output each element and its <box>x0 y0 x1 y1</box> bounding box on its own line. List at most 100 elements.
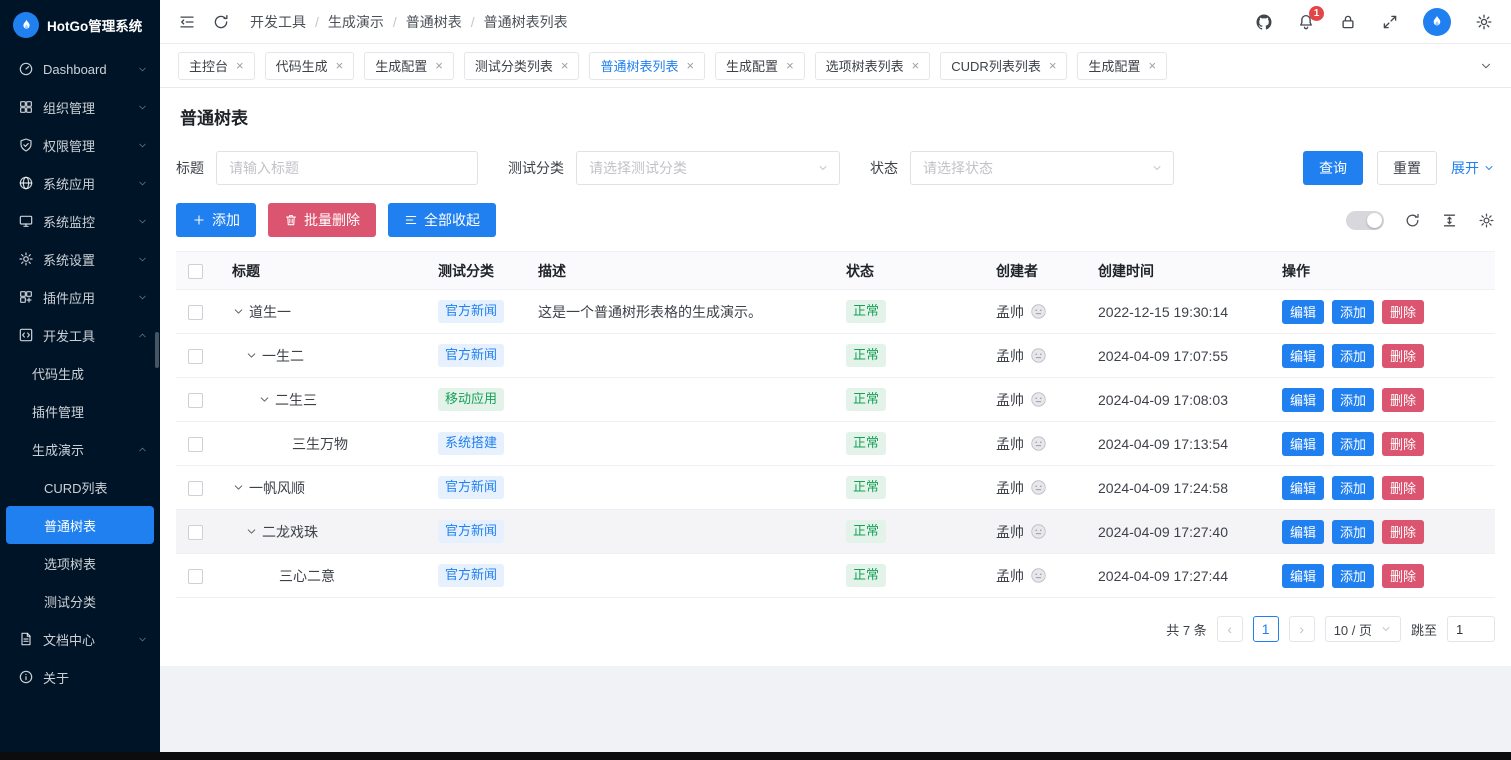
row-delete-button[interactable]: 删除 <box>1382 388 1424 412</box>
reload-page-icon[interactable] <box>212 13 230 31</box>
row-edit-button[interactable]: 编辑 <box>1282 300 1324 324</box>
sidebar-item-generate-demo[interactable]: 生成演示 <box>0 430 160 468</box>
tab-close-icon[interactable]: × <box>561 59 569 72</box>
row-checkbox[interactable] <box>188 481 203 496</box>
tab-item[interactable]: 生成配置× <box>364 52 454 80</box>
sidebar-item-system-settings[interactable]: 系统设置 <box>0 240 160 278</box>
row-add-button[interactable]: 添加 <box>1332 432 1374 456</box>
row-add-button[interactable]: 添加 <box>1332 564 1374 588</box>
row-delete-button[interactable]: 删除 <box>1382 476 1424 500</box>
tab-close-icon[interactable]: × <box>912 59 920 72</box>
row-checkbox[interactable] <box>188 437 203 452</box>
sidebar-item-normal-tree-table[interactable]: 普通树表 <box>6 506 154 544</box>
tab-item[interactable]: 测试分类列表× <box>464 52 580 80</box>
row-add-button[interactable]: 添加 <box>1332 520 1374 544</box>
breadcrumb-item[interactable]: 普通树表 <box>406 12 462 32</box>
row-delete-button[interactable]: 删除 <box>1382 432 1424 456</box>
row-delete-button[interactable]: 删除 <box>1382 344 1424 368</box>
sidebar-scrollbar[interactable] <box>155 332 159 368</box>
title-filter-input[interactable] <box>216 151 478 185</box>
tab-close-icon[interactable]: × <box>1049 59 1057 72</box>
row-edit-button[interactable]: 编辑 <box>1282 344 1324 368</box>
row-checkbox[interactable] <box>188 569 203 584</box>
tree-expand-icon[interactable] <box>245 349 258 362</box>
tab-item[interactable]: 生成配置× <box>1077 52 1167 80</box>
fullscreen-icon[interactable] <box>1381 13 1399 31</box>
tab-close-icon[interactable]: × <box>435 59 443 72</box>
row-edit-button[interactable]: 编辑 <box>1282 432 1324 456</box>
page-size-select[interactable]: 10 / 页 <box>1325 616 1401 642</box>
tabs-menu-chevron-icon[interactable] <box>1479 59 1493 73</box>
prev-page-button[interactable]: ‹ <box>1217 616 1243 642</box>
row-delete-button[interactable]: 删除 <box>1382 564 1424 588</box>
sidebar-item-plugin-apps[interactable]: 插件应用 <box>0 278 160 316</box>
add-button[interactable]: 添加 <box>176 203 256 237</box>
table-striped-toggle[interactable] <box>1346 211 1384 230</box>
sidebar-item-system-apps[interactable]: 系统应用 <box>0 164 160 202</box>
sidebar-item-permission-management[interactable]: 权限管理 <box>0 126 160 164</box>
row-delete-button[interactable]: 删除 <box>1382 520 1424 544</box>
tab-close-icon[interactable]: × <box>336 59 344 72</box>
table-settings-gear-icon[interactable] <box>1478 212 1495 229</box>
sidebar-item-code-generation[interactable]: 代码生成 <box>0 354 160 392</box>
tab-close-icon[interactable]: × <box>786 59 794 72</box>
sidebar-item-about[interactable]: 关于 <box>0 658 160 696</box>
breadcrumb-item[interactable]: 生成演示 <box>328 12 384 32</box>
row-checkbox[interactable] <box>188 305 203 320</box>
sidebar-item-option-tree-table[interactable]: 选项树表 <box>0 544 160 582</box>
row-edit-button[interactable]: 编辑 <box>1282 476 1324 500</box>
reset-button[interactable]: 重置 <box>1377 151 1437 185</box>
sidebar-item-doc-center[interactable]: 文档中心 <box>0 620 160 658</box>
sidebar-item-plugin-management[interactable]: 插件管理 <box>0 392 160 430</box>
notifications-bell-icon[interactable]: 1 <box>1297 13 1315 31</box>
tab-item[interactable]: 生成配置× <box>715 52 805 80</box>
row-delete-button[interactable]: 删除 <box>1382 300 1424 324</box>
row-checkbox[interactable] <box>188 525 203 540</box>
row-edit-button[interactable]: 编辑 <box>1282 520 1324 544</box>
row-edit-button[interactable]: 编辑 <box>1282 388 1324 412</box>
tab-close-icon[interactable]: × <box>236 59 244 72</box>
tab-close-icon[interactable]: × <box>686 59 694 72</box>
category-filter-select[interactable]: 请选择测试分类 <box>576 151 840 185</box>
expand-filters-link[interactable]: 展开 <box>1451 158 1495 178</box>
row-add-button[interactable]: 添加 <box>1332 476 1374 500</box>
collapse-all-button[interactable]: 全部收起 <box>388 203 496 237</box>
tab-close-icon[interactable]: × <box>1148 59 1156 72</box>
tab-item[interactable]: 选项树表列表× <box>815 52 931 80</box>
user-avatar[interactable] <box>1423 8 1451 36</box>
breadcrumb-item[interactable]: 开发工具 <box>250 12 306 32</box>
row-checkbox[interactable] <box>188 349 203 364</box>
current-page-button[interactable]: 1 <box>1253 616 1279 642</box>
tree-expand-icon[interactable] <box>232 481 245 494</box>
row-add-button[interactable]: 添加 <box>1332 344 1374 368</box>
lock-screen-icon[interactable] <box>1339 13 1357 31</box>
row-edit-button[interactable]: 编辑 <box>1282 564 1324 588</box>
search-button[interactable]: 查询 <box>1303 151 1363 185</box>
sidebar-item-system-monitor[interactable]: 系统监控 <box>0 202 160 240</box>
github-icon[interactable] <box>1255 13 1273 31</box>
table-reload-icon[interactable] <box>1404 212 1421 229</box>
tab-item[interactable]: CUDR列表列表× <box>940 52 1067 80</box>
select-all-checkbox[interactable] <box>188 264 203 279</box>
sidebar-item-test-category[interactable]: 测试分类 <box>0 582 160 620</box>
status-filter-select[interactable]: 请选择状态 <box>910 151 1174 185</box>
settings-gear-icon[interactable] <box>1475 13 1493 31</box>
breadcrumb-item[interactable]: 普通树表列表 <box>484 12 568 32</box>
row-add-button[interactable]: 添加 <box>1332 388 1374 412</box>
sidebar-item-org-management[interactable]: 组织管理 <box>0 88 160 126</box>
row-checkbox[interactable] <box>188 393 203 408</box>
sidebar-item-dev-tools[interactable]: 开发工具 <box>0 316 160 354</box>
row-add-button[interactable]: 添加 <box>1332 300 1374 324</box>
tree-expand-icon[interactable] <box>258 393 271 406</box>
next-page-button[interactable]: › <box>1289 616 1315 642</box>
batch-delete-button[interactable]: 批量删除 <box>268 203 376 237</box>
app-logo[interactable]: HotGo管理系统 <box>0 0 160 50</box>
column-height-icon[interactable] <box>1441 212 1458 229</box>
sidebar-item-dashboard[interactable]: Dashboard <box>0 50 160 88</box>
tab-item[interactable]: 普通树表列表× <box>589 52 705 80</box>
tab-item[interactable]: 代码生成× <box>265 52 355 80</box>
sidebar-item-curd-list[interactable]: CURD列表 <box>0 468 160 506</box>
sidebar-collapse-icon[interactable] <box>178 13 196 31</box>
tree-expand-icon[interactable] <box>232 305 245 318</box>
jump-page-input[interactable] <box>1447 616 1495 642</box>
